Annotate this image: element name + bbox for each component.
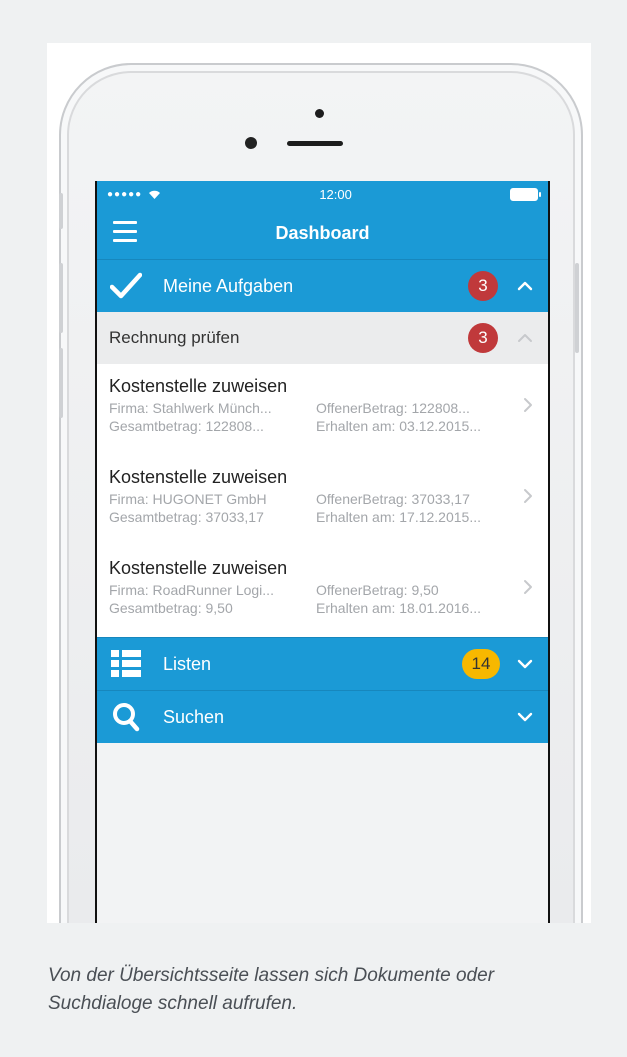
task-item[interactable]: Kostenstelle zuweisen Firma: HUGONET Gmb… bbox=[97, 455, 548, 546]
section-listen[interactable]: Listen 14 bbox=[97, 637, 548, 690]
wifi-icon bbox=[149, 190, 161, 199]
chevron-right-icon bbox=[524, 580, 532, 594]
task-gesamtbetrag: Gesamtbetrag: 9,50 bbox=[109, 600, 233, 616]
status-time: 12:00 bbox=[319, 186, 352, 202]
chevron-up-icon[interactable] bbox=[516, 277, 534, 295]
section-meine-aufgaben[interactable]: Meine Aufgaben 3 bbox=[97, 259, 548, 312]
checkmark-icon bbox=[109, 269, 143, 303]
task-erhalten-am: Erhalten am: 17.12.2015... bbox=[316, 509, 481, 525]
task-item[interactable]: Kostenstelle zuweisen Firma: Stahlwerk M… bbox=[97, 364, 548, 455]
volume-up-button bbox=[59, 263, 63, 333]
nav-bar: Dashboard bbox=[97, 207, 548, 259]
search-icon bbox=[109, 700, 143, 734]
task-offener-betrag: OffenerBetrag: 37033,17 bbox=[316, 491, 470, 507]
chevron-right-icon bbox=[524, 489, 532, 503]
signal-indicator: ●●●●● bbox=[107, 189, 161, 200]
chevron-right-icon bbox=[524, 398, 532, 412]
section-label: Suchen bbox=[163, 706, 225, 727]
task-firma: Firma: HUGONET GmbH bbox=[109, 491, 267, 507]
status-bar: ●●●●● 12:00 bbox=[97, 181, 548, 207]
power-button bbox=[575, 263, 579, 353]
chevron-down-icon[interactable] bbox=[516, 708, 534, 726]
chevron-up-icon[interactable] bbox=[516, 329, 534, 347]
count-badge: 3 bbox=[468, 271, 498, 301]
mute-switch bbox=[59, 193, 63, 229]
list-icon bbox=[109, 647, 143, 681]
task-title: Kostenstelle zuweisen bbox=[109, 376, 288, 396]
task-gesamtbetrag: Gesamtbetrag: 37033,17 bbox=[109, 509, 264, 525]
chevron-down-icon[interactable] bbox=[516, 655, 534, 673]
task-erhalten-am: Erhalten am: 18.01.2016... bbox=[316, 600, 481, 616]
task-offener-betrag: OffenerBetrag: 122808... bbox=[316, 400, 470, 416]
phone-screen: ●●●●● 12:00 Dashboard Meine Aufgaben 3 R… bbox=[95, 181, 550, 923]
screenshot-frame: ●●●●● 12:00 Dashboard Meine Aufgaben 3 R… bbox=[47, 43, 591, 923]
signal-dots-icon: ●●●●● bbox=[107, 188, 143, 200]
task-title: Kostenstelle zuweisen bbox=[109, 558, 288, 578]
task-firma: Firma: Stahlwerk Münch... bbox=[109, 400, 272, 416]
group-count-badge: 3 bbox=[468, 323, 498, 353]
image-caption: Von der Übersichtsseite lassen sich Doku… bbox=[48, 965, 495, 1014]
section-label: Listen bbox=[163, 653, 212, 674]
task-gesamtbetrag: Gesamtbetrag: 122808... bbox=[109, 418, 264, 434]
battery-icon bbox=[510, 187, 541, 201]
page-title: Dashboard bbox=[275, 222, 370, 243]
volume-down-button bbox=[59, 348, 63, 418]
section-suchen[interactable]: Suchen bbox=[97, 690, 548, 743]
group-rechnung-pruefen[interactable]: Rechnung prüfen 3 bbox=[97, 312, 548, 364]
task-title: Kostenstelle zuweisen bbox=[109, 467, 288, 487]
task-item[interactable]: Kostenstelle zuweisen Firma: RoadRunner … bbox=[97, 546, 548, 637]
group-label: Rechnung prüfen bbox=[109, 328, 240, 347]
camera-dot bbox=[315, 109, 324, 118]
speaker-grille bbox=[287, 141, 343, 146]
task-firma: Firma: RoadRunner Logi... bbox=[109, 582, 274, 598]
front-camera bbox=[245, 137, 257, 149]
hamburger-icon[interactable] bbox=[113, 221, 137, 243]
task-erhalten-am: Erhalten am: 03.12.2015... bbox=[316, 418, 481, 434]
task-offener-betrag: OffenerBetrag: 9,50 bbox=[316, 582, 439, 598]
section-label: Meine Aufgaben bbox=[163, 275, 294, 296]
count-badge: 14 bbox=[462, 649, 500, 679]
